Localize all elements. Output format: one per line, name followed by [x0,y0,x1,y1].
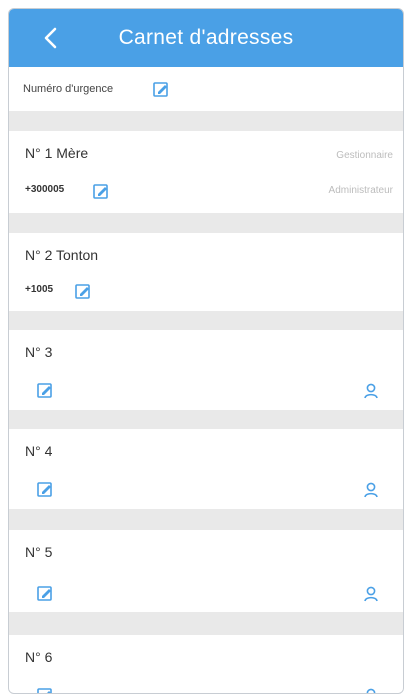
person-icon[interactable] [363,481,381,499]
contact-card-4[interactable]: N° 4 [9,429,403,509]
person-icon[interactable] [363,382,381,400]
contact-name: N° 2 Tonton [25,247,99,263]
contact-card-6[interactable]: N° 6 [9,635,403,693]
emergency-number-label: Numéro d'urgence [23,83,114,95]
emergency-number-row[interactable]: Numéro d'urgence [9,67,403,111]
edit-icon[interactable] [75,283,91,299]
contact-role: Administrateur [328,185,393,196]
contact-card-1[interactable]: N° 1 Mère Gestionnaire +300005 Administr… [9,131,403,213]
contact-card-5[interactable]: N° 5 [9,530,403,612]
phone-frame: Carnet d'adresses Numéro d'urgence N° 1 … [8,8,404,694]
contact-phone: +1005 [25,284,54,295]
edit-icon[interactable] [37,585,53,601]
contact-card-2[interactable]: N° 2 Tonton +1005 [9,233,403,311]
contact-name: N° 5 [25,544,53,560]
edit-icon[interactable] [153,81,169,97]
top-bar: Carnet d'adresses [9,9,403,67]
contact-name: N° 3 [25,344,53,360]
contact-name: N° 6 [25,649,53,665]
person-icon[interactable] [363,687,381,693]
person-icon[interactable] [363,585,381,603]
edit-icon[interactable] [37,382,53,398]
edit-icon[interactable] [37,687,53,693]
contact-name: N° 1 Mère [25,145,89,161]
contact-card-3[interactable]: N° 3 [9,330,403,410]
edit-icon[interactable] [93,183,109,199]
contact-phone: +300005 [25,184,65,195]
edit-icon[interactable] [37,481,53,497]
page-title: Carnet d'adresses [118,26,294,49]
contact-name: N° 4 [25,443,53,459]
contact-sub-role: Gestionnaire [336,150,393,161]
